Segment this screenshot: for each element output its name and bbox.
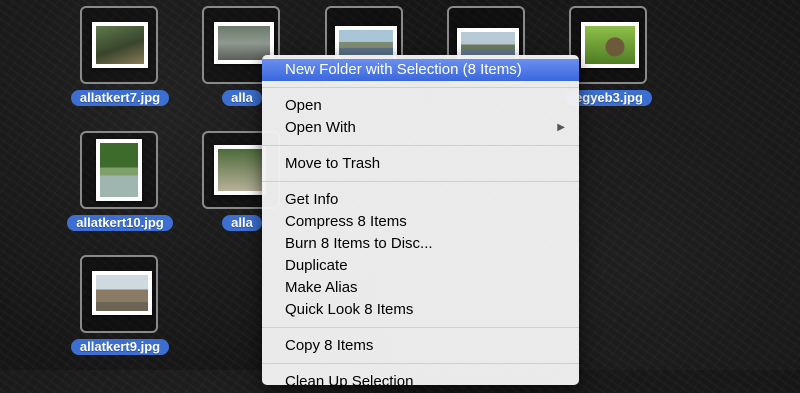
- menu-item-label: Open With: [285, 119, 356, 136]
- photo-thumbnail-icon: [214, 145, 266, 195]
- menu-separator: [262, 363, 579, 364]
- menu-separator: [262, 181, 579, 182]
- menu-item-duplicate[interactable]: Duplicate: [262, 255, 579, 277]
- menu-item-label: Make Alias: [285, 279, 358, 296]
- photo-thumbnail-icon: [92, 271, 152, 315]
- file-name-label[interactable]: allatkert9.jpg: [70, 339, 170, 355]
- photo-thumbnail-icon: [92, 22, 148, 68]
- file-name-label[interactable]: allatkert7.jpg: [70, 90, 170, 106]
- menu-item-burn-8-items-to-disc[interactable]: Burn 8 Items to Disc...: [262, 233, 579, 255]
- photo-image: [218, 149, 262, 191]
- photo-image: [96, 26, 144, 64]
- menu-item-label: New Folder with Selection (8 Items): [285, 61, 522, 78]
- menu-separator: [262, 87, 579, 88]
- file-name-label[interactable]: alla: [222, 90, 262, 106]
- menu-item-new-folder-with-selection-8-items[interactable]: New Folder with Selection (8 Items): [262, 59, 579, 81]
- menu-item-label: Duplicate: [285, 257, 348, 274]
- menu-item-make-alias[interactable]: Make Alias: [262, 277, 579, 299]
- menu-item-label: Open: [285, 97, 322, 114]
- photo-thumbnail-icon: [96, 139, 142, 201]
- submenu-arrow-icon: ▶: [557, 122, 565, 133]
- file-name-label[interactable]: allatkert10.jpg: [67, 215, 173, 231]
- selection-frame: [569, 6, 647, 84]
- photo-image: [585, 26, 635, 64]
- selection-frame: [80, 6, 158, 84]
- menu-item-label: Clean Up Selection: [285, 373, 414, 390]
- menu-item-open[interactable]: Open: [262, 95, 579, 117]
- menu-item-quick-look-8-items[interactable]: Quick Look 8 Items: [262, 299, 579, 321]
- selection-frame: [80, 255, 158, 333]
- menu-item-get-info[interactable]: Get Info: [262, 189, 579, 211]
- photo-image: [96, 275, 148, 311]
- menu-separator: [262, 145, 579, 146]
- photo-image: [100, 143, 138, 197]
- menu-item-open-with[interactable]: Open With ▶: [262, 117, 579, 139]
- menu-item-clean-up-selection[interactable]: Clean Up Selection: [262, 371, 579, 393]
- menu-item-copy-8-items[interactable]: Copy 8 Items: [262, 335, 579, 357]
- menu-item-label: Get Info: [285, 191, 339, 208]
- file-name-label[interactable]: alla: [222, 215, 262, 231]
- menu-item-label: Copy 8 Items: [285, 337, 374, 354]
- menu-item-label: Burn 8 Items to Disc...: [285, 235, 433, 252]
- desktop[interactable]: allatkert7.jpg alla egyeb3.jpg allatkert10.…: [0, 0, 800, 390]
- photo-thumbnail-icon: [581, 22, 639, 68]
- menu-item-label: Compress 8 Items: [285, 213, 407, 230]
- menu-separator: [262, 327, 579, 328]
- context-menu: New Folder with Selection (8 Items) Open O…: [262, 55, 579, 390]
- selection-frame: [80, 131, 158, 209]
- photo-image: [218, 26, 270, 60]
- menu-item-move-to-trash[interactable]: Move to Trash: [262, 153, 579, 175]
- menu-item-label: Move to Trash: [285, 155, 381, 172]
- menu-item-compress-8-items[interactable]: Compress 8 Items: [262, 211, 579, 233]
- menu-item-label: Quick Look 8 Items: [285, 301, 414, 318]
